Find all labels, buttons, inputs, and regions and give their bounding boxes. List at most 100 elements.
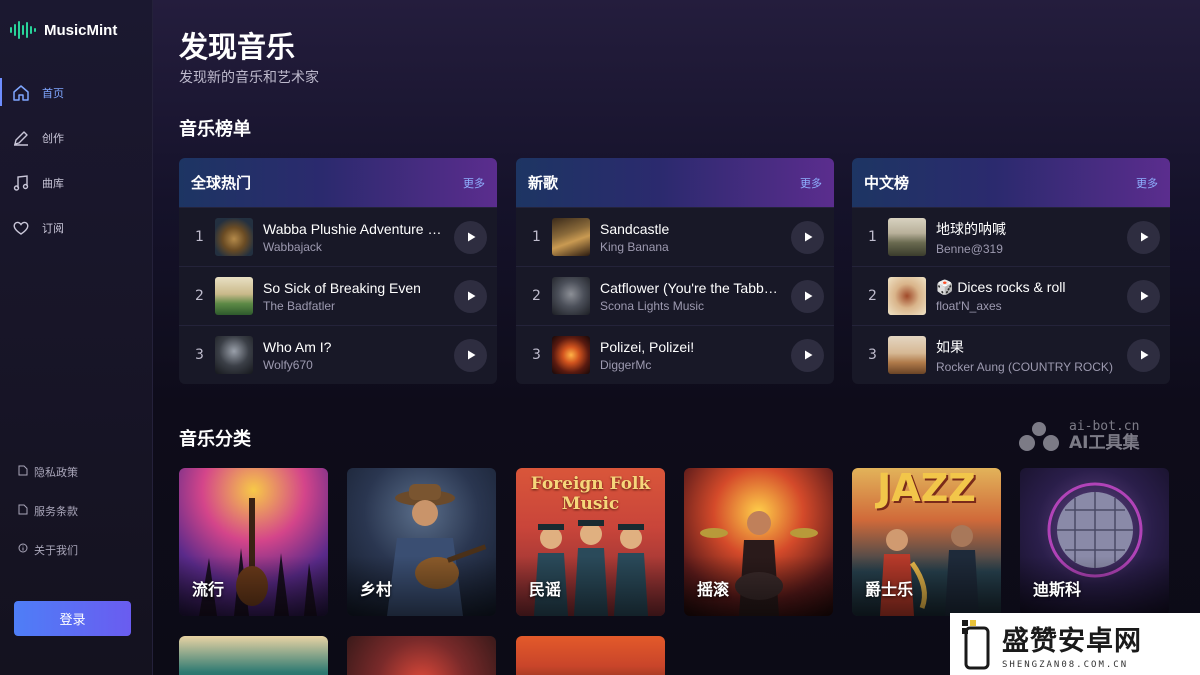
track-title: 如果	[936, 338, 964, 355]
track-artist: Scona Lights Music	[600, 298, 705, 313]
page-title: 发现音乐	[179, 30, 296, 64]
watermark-name: AI工具集	[1069, 433, 1140, 453]
chart-header: 新歌 更多	[516, 158, 834, 207]
genre-label: 爵士乐	[865, 580, 914, 599]
more-link[interactable]: 更多	[463, 175, 485, 191]
track-row[interactable]: 2 Catflower (You're the Tabby Cat) Scona…	[516, 266, 834, 325]
footer-link-label: 隐私政策	[34, 465, 78, 479]
about-us-link[interactable]: 关于我们	[18, 530, 78, 569]
track-row[interactable]: 1 Sandcastle King Banana	[516, 207, 834, 266]
more-link[interactable]: 更多	[1136, 175, 1158, 191]
track-rank: 2	[532, 288, 541, 304]
document-icon	[18, 504, 28, 518]
jazz-banner: JAZZ	[877, 468, 976, 510]
page-subtitle: 发现新的音乐和艺术家	[179, 70, 319, 86]
track-title: Who Am I?	[263, 338, 332, 355]
genre-card-partial[interactable]	[516, 636, 665, 675]
play-button[interactable]	[791, 220, 824, 254]
genre-card-partial[interactable]	[347, 636, 496, 675]
play-icon	[467, 291, 475, 301]
track-row[interactable]: 3 Polizei, Polizei! DiggerMc	[516, 325, 834, 384]
play-button[interactable]	[791, 279, 824, 313]
track-title: Polizei, Polizei!	[600, 338, 695, 355]
genre-label: 乡村	[360, 580, 393, 599]
track-title: Catflower (You're the Tabby Cat)	[600, 279, 779, 296]
watermark-shengzan: 盛赞安卓网 SHENGZAN08.COM.CN	[950, 613, 1200, 675]
track-info: 地球的呐喊 Benne@319	[936, 219, 1115, 256]
login-button[interactable]: 登录	[14, 601, 131, 636]
track-artist: float'N_axes	[936, 299, 1002, 313]
app-name: MusicMint	[44, 21, 118, 39]
footer-links: 隐私政策 服务条款 关于我们	[18, 452, 78, 569]
play-icon	[804, 232, 812, 242]
play-icon	[1140, 350, 1148, 360]
track-info: Catflower (You're the Tabby Cat) Scona L…	[600, 280, 779, 313]
play-button[interactable]	[1127, 338, 1160, 372]
play-button[interactable]	[791, 338, 824, 372]
track-cover	[552, 336, 590, 374]
track-cover	[888, 336, 926, 374]
home-icon	[12, 84, 30, 102]
nav-item-create[interactable]: 创作	[0, 115, 153, 160]
nav-label: 创作	[42, 131, 64, 145]
genre-label: 流行	[192, 580, 225, 599]
track-rank: 3	[868, 347, 877, 363]
track-row[interactable]: 2 🎲 Dices rocks & roll float'N_axes	[852, 266, 1170, 325]
track-info: Polizei, Polizei! DiggerMc	[600, 339, 779, 372]
nav-item-library[interactable]: 曲库	[0, 160, 153, 205]
track-title: 🎲 Dices rocks & roll	[936, 279, 1066, 295]
genre-label: 迪斯科	[1033, 580, 1082, 599]
track-rank: 3	[532, 347, 541, 363]
genre-label: 摇滚	[697, 580, 730, 599]
track-row[interactable]: 2 So Sick of Breaking Even The Badfatler	[179, 266, 497, 325]
terms-of-service-link[interactable]: 服务条款	[18, 491, 78, 530]
track-cover	[215, 336, 253, 374]
track-rank: 2	[195, 288, 204, 304]
track-artist: The Badfatler	[263, 298, 336, 313]
nav-item-subscribe[interactable]: 订阅	[0, 205, 153, 250]
track-artist: Rocker Aung (COUNTRY ROCK)	[936, 359, 1113, 374]
track-row[interactable]: 1 地球的呐喊 Benne@319	[852, 207, 1170, 266]
genre-card-jazz[interactable]: JAZZ 爵士乐	[852, 468, 1001, 616]
main-nav: 首页 创作 曲库 订阅	[0, 70, 153, 250]
play-button[interactable]	[454, 279, 487, 313]
genre-label: 民谣	[529, 580, 562, 599]
chart-header: 全球热门 更多	[179, 158, 497, 207]
nav-item-home[interactable]: 首页	[0, 70, 153, 115]
watermark-name: 盛赞安卓网	[1002, 625, 1142, 657]
track-rank: 1	[868, 229, 877, 245]
track-info: Sandcastle King Banana	[600, 221, 779, 254]
track-cover	[888, 277, 926, 315]
nav-label: 首页	[42, 86, 64, 100]
more-link[interactable]: 更多	[800, 175, 822, 191]
track-cover	[552, 218, 590, 256]
play-button[interactable]	[454, 338, 487, 372]
play-button[interactable]	[1127, 279, 1160, 313]
play-icon	[467, 232, 475, 242]
main-content: 发现音乐 发现新的音乐和艺术家 音乐榜单 全球热门 更多 1 Wabba Plu…	[153, 0, 1200, 675]
track-cover	[888, 218, 926, 256]
track-row[interactable]: 3 如果 Rocker Aung (COUNTRY ROCK)	[852, 325, 1170, 384]
genre-card-disco[interactable]: 迪斯科	[1020, 468, 1169, 616]
track-artist: King Banana	[600, 239, 669, 254]
play-button[interactable]	[454, 220, 487, 254]
charts-section-title: 音乐榜单	[179, 119, 251, 140]
privacy-policy-link[interactable]: 隐私政策	[18, 452, 78, 491]
genre-card-partial[interactable]	[179, 636, 328, 675]
genre-card-rock[interactable]: 摇滚	[684, 468, 833, 616]
chart-title: 新歌	[528, 174, 559, 192]
track-info: So Sick of Breaking Even The Badfatler	[263, 280, 442, 313]
chart-card-new-songs: 新歌 更多 1 Sandcastle King Banana 2 Catflow…	[516, 158, 834, 384]
track-title: So Sick of Breaking Even	[263, 279, 421, 296]
play-button[interactable]	[1127, 220, 1160, 254]
genre-card-pop[interactable]: 流行	[179, 468, 328, 616]
music-note-icon	[12, 174, 30, 192]
genre-card-folk[interactable]: Foreign Folk Music 民谣	[516, 468, 665, 616]
track-info: 🎲 Dices rocks & roll float'N_axes	[936, 279, 1115, 313]
track-row[interactable]: 3 Who Am I? Wolfy670	[179, 325, 497, 384]
track-info: 如果 Rocker Aung (COUNTRY ROCK)	[936, 337, 1115, 374]
app-logo[interactable]: MusicMint	[10, 20, 117, 40]
track-row[interactable]: 1 Wabba Plushie Adventure Island Wabbaja…	[179, 207, 497, 266]
genre-card-country[interactable]: 乡村	[347, 468, 496, 616]
track-rank: 1	[195, 229, 204, 245]
